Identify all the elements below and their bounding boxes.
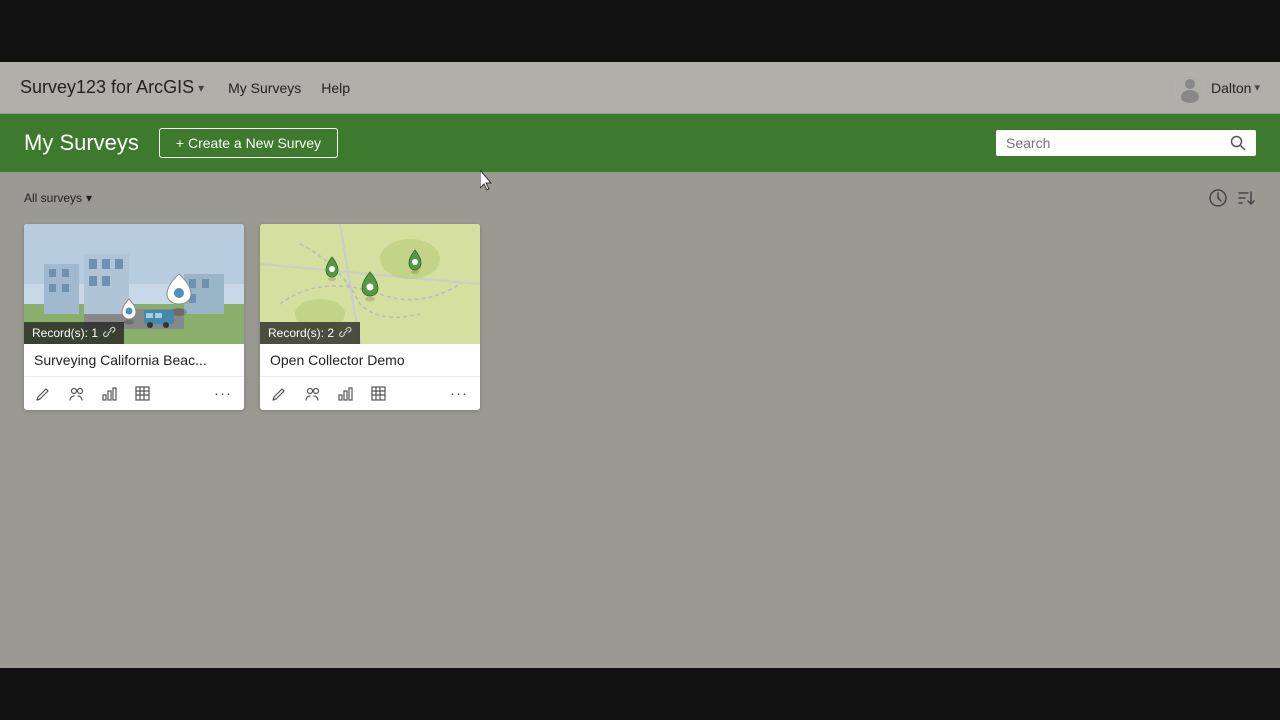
survey-grid: Record(s): 1 Surveying California Beac..… xyxy=(24,224,1256,410)
card-actions-1: ··· xyxy=(24,377,244,410)
survey-card: Record(s): 1 Surveying California Beac..… xyxy=(24,224,244,410)
user-area[interactable]: Dalton ▾ xyxy=(1175,73,1260,103)
more-button-1[interactable]: ··· xyxy=(212,383,234,404)
chart-icon-2 xyxy=(338,386,353,401)
link-icon-1 xyxy=(103,325,116,341)
user-name: Dalton xyxy=(1211,80,1251,96)
edit-button-2[interactable] xyxy=(270,384,289,403)
search-input[interactable] xyxy=(1006,135,1230,151)
survey-thumbnail-2: Record(s): 2 xyxy=(260,224,480,344)
collaborate-icon xyxy=(69,386,84,401)
sort-icons xyxy=(1208,188,1256,208)
collaborate-button-2[interactable] xyxy=(303,384,322,403)
survey-thumbnail-1: Record(s): 1 xyxy=(24,224,244,344)
edit-button-1[interactable] xyxy=(34,384,53,403)
clock-icon xyxy=(1208,188,1228,208)
link-icon-svg-2 xyxy=(339,325,352,338)
filter-dropdown[interactable]: All surveys ▾ xyxy=(24,191,92,205)
records-badge-2: Record(s): 2 xyxy=(260,322,360,344)
create-survey-button[interactable]: + Create a New Survey xyxy=(159,128,338,158)
survey-title-2: Open Collector Demo xyxy=(260,344,480,377)
collaborate-icon-2 xyxy=(305,386,320,401)
edit-icon xyxy=(36,386,51,401)
analyze-button-2[interactable] xyxy=(336,384,355,403)
survey-card-2: Record(s): 2 Open Collector Demo xyxy=(260,224,480,410)
sort-icon xyxy=(1236,188,1256,208)
page-title: My Surveys xyxy=(24,130,139,156)
records-count-2: Record(s): 2 xyxy=(268,326,334,340)
chart-icon xyxy=(102,386,117,401)
records-badge-1: Record(s): 1 xyxy=(24,322,124,344)
top-nav: Survey123 for ArcGIS ▾ My Surveys Help D… xyxy=(0,62,1280,114)
link-icon-svg xyxy=(103,325,116,338)
view-data-button-2[interactable] xyxy=(369,384,388,403)
search-icon xyxy=(1230,135,1246,151)
more-button-2[interactable]: ··· xyxy=(448,383,470,404)
content-area: All surveys ▾ xyxy=(0,172,1280,668)
green-header: My Surveys + Create a New Survey xyxy=(0,114,1280,172)
table-icon-2 xyxy=(371,386,386,401)
sort-clock-button[interactable] xyxy=(1208,188,1228,208)
card-actions-2: ··· xyxy=(260,377,480,410)
user-avatar xyxy=(1175,73,1205,103)
survey-title-1: Surveying California Beac... xyxy=(24,344,244,377)
app-wrapper: Survey123 for ArcGIS ▾ My Surveys Help D… xyxy=(0,62,1280,668)
sort-order-button[interactable] xyxy=(1236,188,1256,208)
records-count-1: Record(s): 1 xyxy=(32,326,98,340)
analyze-button-1[interactable] xyxy=(100,384,119,403)
app-title-dropdown[interactable]: ▾ xyxy=(198,81,204,95)
app-title: Survey123 for ArcGIS xyxy=(20,77,194,98)
filter-label: All surveys xyxy=(24,191,82,205)
search-container xyxy=(996,130,1256,156)
nav-help[interactable]: Help xyxy=(321,80,350,96)
collaborate-button-1[interactable] xyxy=(67,384,86,403)
filter-row: All surveys ▾ xyxy=(24,188,1256,208)
table-icon xyxy=(135,386,150,401)
user-dropdown-arrow: ▾ xyxy=(1254,81,1260,94)
filter-dropdown-arrow: ▾ xyxy=(86,191,92,205)
view-data-button-1[interactable] xyxy=(133,384,152,403)
black-bar-top xyxy=(0,0,1280,62)
link-icon-2 xyxy=(339,325,352,341)
search-icon-button[interactable] xyxy=(1230,135,1246,151)
black-bar-bottom xyxy=(0,668,1280,720)
edit-icon-2 xyxy=(272,386,287,401)
nav-my-surveys[interactable]: My Surveys xyxy=(228,80,301,96)
